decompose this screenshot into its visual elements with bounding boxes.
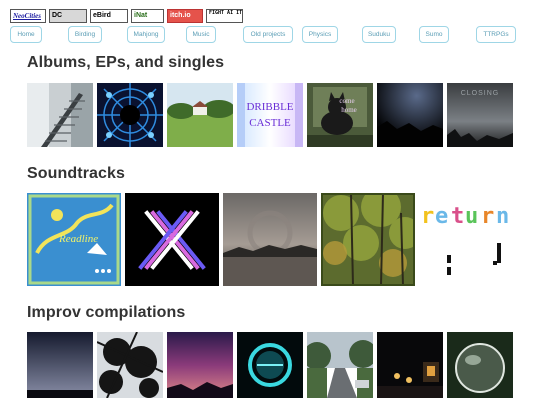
improv-night-lanterns-cover[interactable] — [377, 332, 443, 398]
nav-mahjong[interactable]: Mahjong — [127, 26, 165, 43]
nav-home[interactable]: Home — [10, 26, 42, 43]
itchio-badge[interactable]: itch.io — [167, 9, 203, 23]
soundtracks-heading: Soundtracks — [27, 165, 126, 182]
kaleidoscope-icon — [97, 83, 163, 147]
neocities-badge[interactable]: NeoCities — [10, 9, 46, 23]
svg-text:come: come — [339, 97, 354, 105]
improv-purple-sunset-cover[interactable] — [167, 332, 233, 398]
album-night-sky-cover[interactable] — [377, 83, 443, 147]
svg-text:home: home — [341, 106, 357, 114]
inat-badge[interactable]: iNat — [131, 9, 164, 23]
improv-dusk-sky-cover[interactable] — [27, 332, 93, 398]
album-staircase-cover[interactable] — [27, 83, 93, 147]
svg-text:t: t — [451, 204, 464, 229]
nav-physics[interactable]: Physics — [302, 26, 338, 43]
soundtrack-autumn-forest-cover[interactable] — [321, 193, 415, 286]
neon-x-icon — [125, 193, 219, 286]
storm-clouds-icon: CLOSING — [447, 83, 513, 147]
dusk-sky-icon — [27, 332, 93, 398]
soundtrack-return-cover[interactable]: r e t u r n — [419, 193, 513, 286]
svg-text:r: r — [481, 204, 494, 229]
night-sky-icon — [377, 83, 443, 147]
top-nav: Home Birding Mahjong Music Old projects … — [0, 26, 540, 44]
staircase-icon — [27, 83, 93, 147]
return-pixel-icon: r e t u r n — [419, 193, 513, 286]
improv-neon-ring-cover[interactable] — [237, 332, 303, 398]
ebird-badge[interactable]: eBird — [90, 9, 128, 23]
nav-birding[interactable]: Birding — [68, 26, 102, 43]
dc-badge[interactable]: DC — [49, 9, 87, 23]
svg-text:u: u — [465, 204, 478, 229]
album-storm-clouds-cover[interactable]: CLOSING — [447, 83, 513, 147]
album-kaleidoscope-cover[interactable] — [97, 83, 163, 147]
svg-text:r: r — [421, 204, 434, 229]
glass-sphere-icon — [447, 332, 513, 398]
improv-tree-silhouette-cover[interactable] — [97, 332, 163, 398]
farmhouse-icon — [167, 83, 233, 147]
improv-heading: Improv compilations — [27, 304, 186, 321]
nav-music[interactable]: Music — [186, 26, 216, 43]
svg-text:Readline: Readline — [58, 233, 98, 245]
album-dribble-castle-cover[interactable]: DRIBBLE CASTLE — [237, 83, 303, 147]
soundtrack-neon-x-cover[interactable] — [125, 193, 219, 286]
misty-lake-icon — [223, 193, 317, 286]
soundtrack-readline-cover[interactable]: Readline — [27, 193, 121, 286]
tree-silhouette-icon — [97, 332, 163, 398]
dribble-castle-icon: DRIBBLE CASTLE — [237, 83, 303, 147]
svg-text:CLOSING: CLOSING — [461, 90, 500, 97]
svg-text:e: e — [435, 204, 448, 229]
album-farmhouse-cover[interactable] — [167, 83, 233, 147]
suburban-street-icon — [307, 332, 373, 398]
fight-ai-badge[interactable]: FIGHT AI ITEM PUB — [206, 9, 243, 23]
nav-sumo[interactable]: Sumo — [419, 26, 449, 43]
album-come-home-cover[interactable]: come home — [307, 83, 373, 147]
nav-suduku[interactable]: Suduku — [362, 26, 396, 43]
improv-suburban-street-cover[interactable] — [307, 332, 373, 398]
soundtrack-misty-lake-cover[interactable] — [223, 193, 317, 286]
albums-heading: Albums, EPs, and singles — [27, 54, 225, 71]
improv-glass-sphere-cover[interactable] — [447, 332, 513, 398]
handdrawn-map-icon: Readline — [27, 193, 121, 286]
nav-ttrpgs[interactable]: TTRPGs — [476, 26, 516, 43]
neon-ring-icon — [237, 332, 303, 398]
night-lanterns-icon — [377, 332, 443, 398]
svg-text:DRIBBLE: DRIBBLE — [246, 101, 293, 113]
cat-window-icon: come home — [307, 83, 373, 147]
svg-text:CASTLE: CASTLE — [249, 117, 291, 129]
nav-old-projects[interactable]: Old projects — [243, 26, 293, 43]
autumn-forest-icon — [321, 193, 415, 286]
svg-text:n: n — [496, 204, 509, 229]
badge-row: NeoCities DC eBird iNat itch.io FIGHT AI… — [10, 9, 243, 23]
purple-sunset-icon — [167, 332, 233, 398]
